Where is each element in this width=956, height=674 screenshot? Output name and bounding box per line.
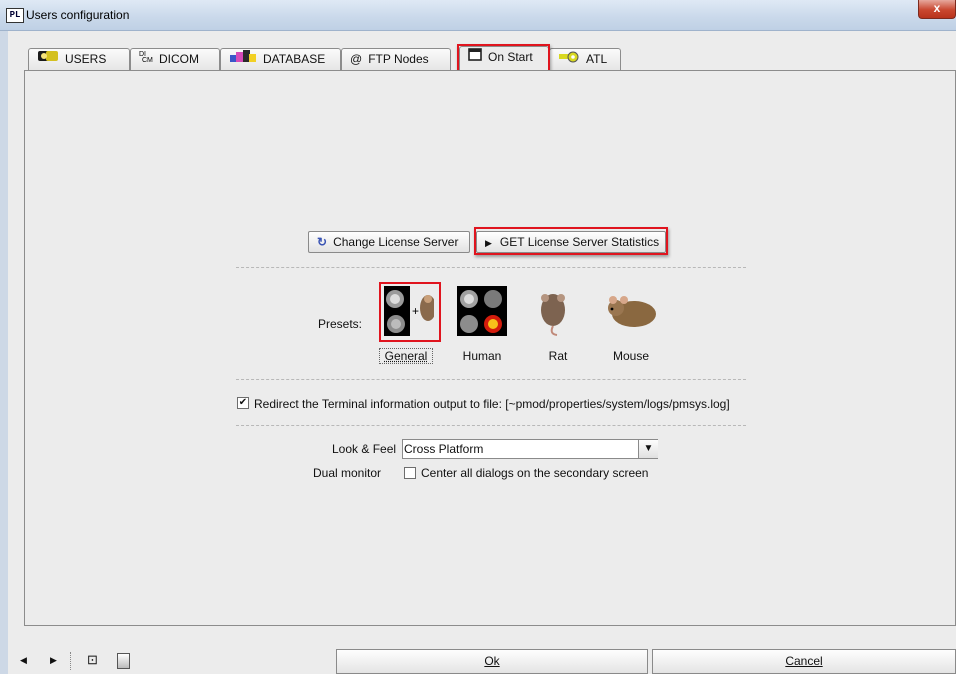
stamp-icon[interactable]: ⊡ <box>87 652 98 668</box>
mouse-preset-icon[interactable] <box>604 290 656 340</box>
database-icon <box>229 49 257 70</box>
change-license-server-button[interactable]: ↻ Change License Server <box>308 231 470 253</box>
tab-database-label: DATABASE <box>263 52 326 66</box>
dual-monitor-checkbox[interactable] <box>404 467 416 479</box>
stats-highlight-marker <box>474 227 668 255</box>
app-icon: PL <box>6 8 24 23</box>
refresh-icon: ↻ <box>317 235 328 249</box>
toolbar-separator <box>70 652 71 670</box>
tab-dicom-label: DICOM <box>159 52 199 66</box>
tab-ftp-nodes[interactable]: @ FTP Nodes <box>341 48 451 70</box>
divider <box>236 379 746 380</box>
rat-preset-icon[interactable] <box>527 286 577 336</box>
redirect-checkbox[interactable]: ✔ <box>237 397 249 409</box>
redirect-label: Redirect the Terminal information output… <box>254 397 730 411</box>
arrow-left-icon[interactable]: ◀ <box>20 655 27 666</box>
window-left-edge <box>0 31 8 674</box>
tab-dicom[interactable]: DI CM DICOM <box>130 48 220 70</box>
window-title: Users configuration <box>26 8 130 22</box>
tab-highlight-marker <box>457 44 550 73</box>
divider <box>236 425 746 426</box>
chevron-down-icon[interactable]: ▼ <box>638 440 658 458</box>
general-preset-highlight <box>379 282 441 342</box>
at-icon: @ <box>350 52 363 67</box>
arrow-right-icon[interactable]: ▶ <box>50 655 57 666</box>
tab-ftp-nodes-label: FTP Nodes <box>368 52 429 66</box>
tab-database[interactable]: DATABASE <box>220 48 341 70</box>
presets-label: Presets: <box>318 317 363 331</box>
cancel-label: Cancel <box>785 654 823 668</box>
tab-users[interactable]: USERS <box>28 48 130 70</box>
preset-label-human[interactable]: Human <box>452 349 512 363</box>
ok-button[interactable]: Ok <box>336 649 648 674</box>
users-icon <box>37 49 59 70</box>
tab-atl[interactable]: ATL <box>549 48 621 70</box>
look-feel-label: Look & Feel <box>332 442 397 456</box>
divider <box>236 267 746 268</box>
tab-users-label: USERS <box>65 52 107 66</box>
human-preset-icon[interactable] <box>457 286 507 336</box>
look-feel-value: Cross Platform <box>404 442 484 456</box>
svg-text:CM: CM <box>142 57 153 63</box>
document-icon[interactable] <box>117 653 130 669</box>
dual-monitor-label: Dual monitor <box>313 466 382 480</box>
preset-label-rat[interactable]: Rat <box>528 349 588 363</box>
cancel-button[interactable]: Cancel <box>652 649 956 674</box>
change-license-server-label: Change License Server <box>333 235 459 249</box>
dual-monitor-checkbox-label: Center all dialogs on the secondary scre… <box>421 466 649 480</box>
tab-atl-label: ATL <box>586 52 608 66</box>
preset-label-general[interactable]: General <box>379 348 433 364</box>
on-start-panel <box>24 70 956 626</box>
close-button[interactable]: x <box>918 0 956 19</box>
ok-label: Ok <box>484 654 500 668</box>
preset-label-mouse[interactable]: Mouse <box>601 349 661 363</box>
key-icon <box>558 49 580 70</box>
dicom-icon: DI CM <box>139 49 153 70</box>
title-bar <box>0 0 956 31</box>
